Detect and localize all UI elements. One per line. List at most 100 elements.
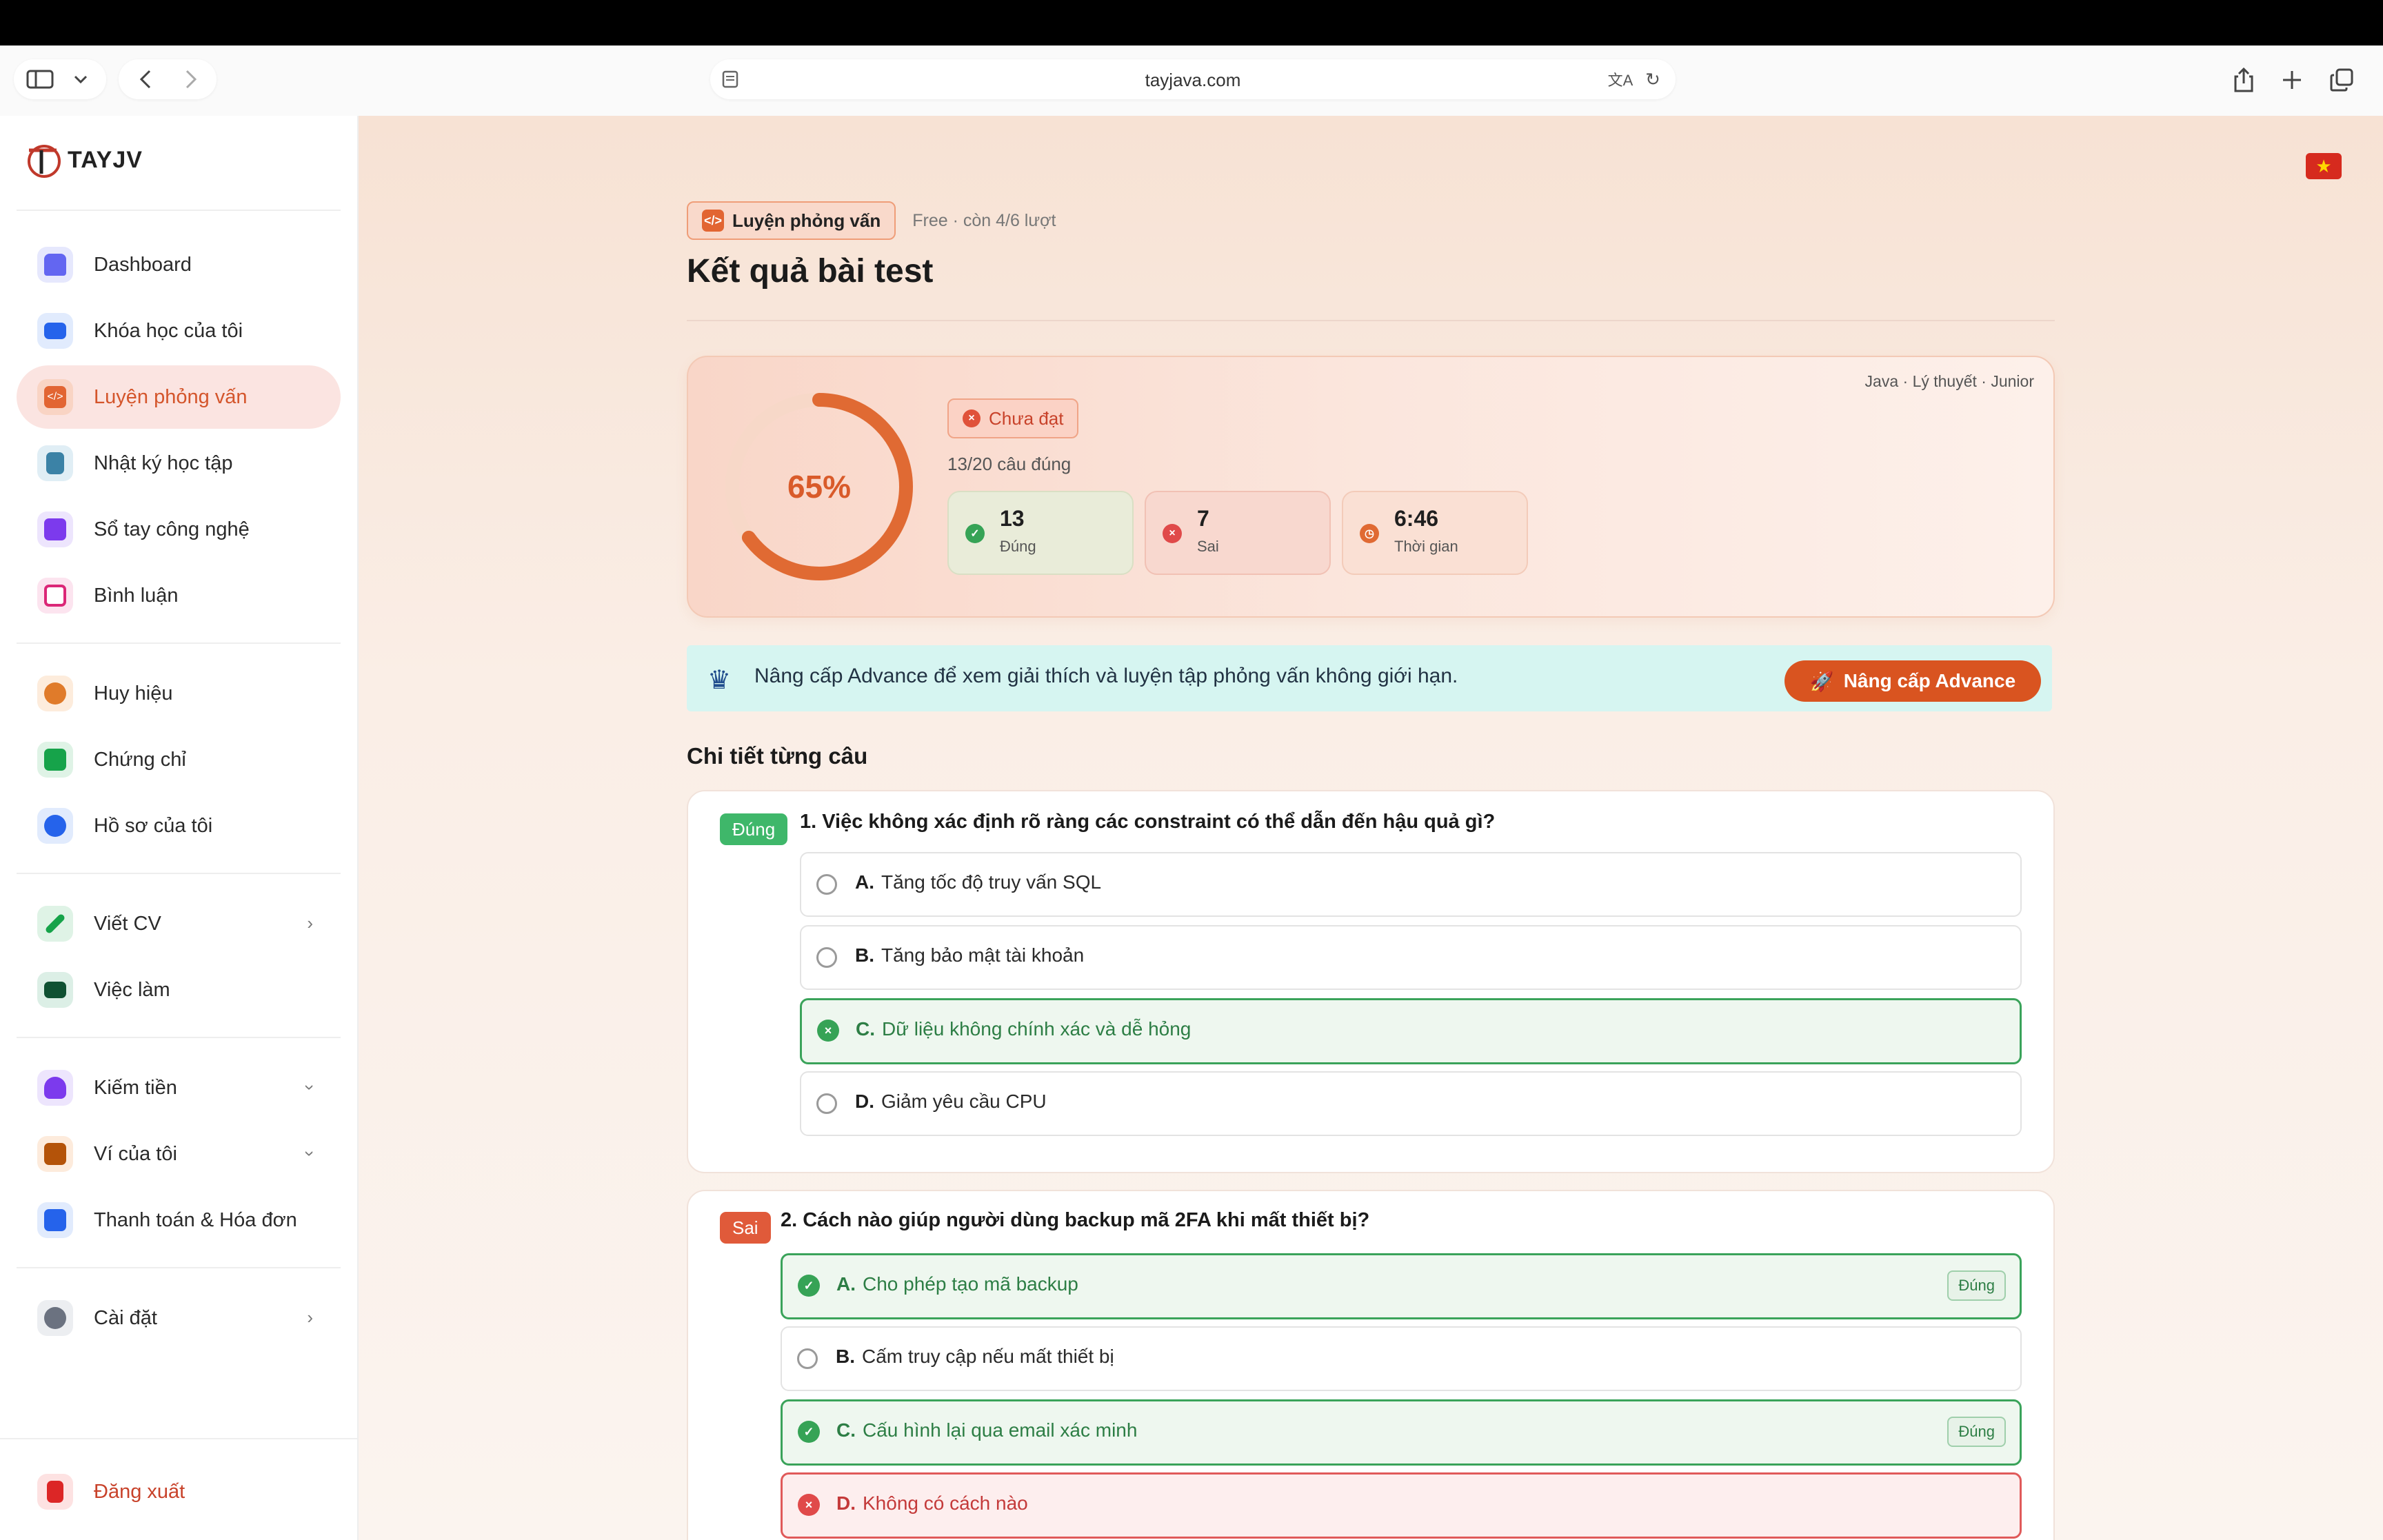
sidebar-toggle-group[interactable] bbox=[14, 59, 106, 99]
check-circle-icon: ✓ bbox=[965, 524, 985, 543]
sidebar-item-label: Hồ sơ của tôi bbox=[94, 814, 213, 837]
answer-option-selected-wrong[interactable]: × D. Không có cách nào bbox=[781, 1472, 2022, 1539]
answer-option[interactable]: B. Cấm truy cập nếu mất thiết bị bbox=[781, 1326, 2022, 1391]
sidebar: TAYJV Dashboard Khóa học của tôi </> Luy… bbox=[0, 116, 359, 1540]
sidebar-item-payments[interactable]: Thanh toán & Hóa đơn bbox=[17, 1188, 341, 1252]
sidebar-item-write-cv[interactable]: Viết CV › bbox=[17, 892, 341, 955]
option-letter: A. bbox=[836, 1273, 856, 1295]
sidebar-item-label: Thanh toán & Hóa đơn bbox=[94, 1208, 297, 1231]
option-text: Cấm truy cập nếu mất thiết bị bbox=[862, 1346, 1114, 1367]
option-letter: D. bbox=[836, 1492, 856, 1514]
sidebar-item-badges[interactable]: Huy hiệu bbox=[17, 662, 341, 725]
sidebar-item-profile[interactable]: Hồ sơ của tôi bbox=[17, 794, 341, 858]
pen-icon bbox=[37, 906, 73, 942]
system-top-bar bbox=[0, 0, 2383, 45]
translate-icon[interactable]: 文A bbox=[1607, 69, 1634, 90]
close-circle-icon: × bbox=[1163, 524, 1182, 543]
sidebar-item-dashboard[interactable]: Dashboard bbox=[17, 233, 341, 296]
result-summary-card: 65% Java · Lý thuyết · Junior × Chưa đạt… bbox=[687, 356, 2055, 618]
sidebar-item-earn-money[interactable]: Kiếm tiền › bbox=[17, 1056, 341, 1119]
hand-coin-icon bbox=[37, 1070, 73, 1106]
divider bbox=[17, 210, 341, 211]
reload-icon[interactable]: ↻ bbox=[1641, 69, 1665, 90]
user-icon bbox=[37, 808, 73, 844]
crown-icon: ♛ bbox=[707, 666, 732, 695]
close-circle-icon: × bbox=[963, 409, 981, 427]
share-icon[interactable] bbox=[2229, 65, 2259, 95]
logout-icon bbox=[37, 1474, 73, 1510]
stat-number: 6:46 bbox=[1394, 506, 1439, 531]
tag-label: Luyện phỏng vấn bbox=[732, 210, 881, 231]
test-meta: Java · Lý thuyết · Junior bbox=[1864, 372, 2034, 390]
question-card: Sai 2. Cách nào giúp người dùng backup m… bbox=[687, 1190, 2055, 1540]
list-icon bbox=[37, 1202, 73, 1238]
radio-icon bbox=[816, 947, 837, 968]
option-letter: D. bbox=[855, 1091, 874, 1112]
new-tab-icon[interactable] bbox=[2277, 65, 2307, 95]
status-label: Chưa đạt bbox=[989, 407, 1064, 429]
forward-icon[interactable] bbox=[179, 68, 203, 91]
divider bbox=[0, 1438, 357, 1439]
question-card: Đúng 1. Việc không xác định rõ ràng các … bbox=[687, 790, 2055, 1173]
sidebar-item-settings[interactable]: Cài đặt › bbox=[17, 1286, 341, 1350]
close-circle-icon: × bbox=[798, 1494, 820, 1516]
stat-number: 7 bbox=[1197, 506, 1209, 531]
interview-practice-tag[interactable]: </> Luyện phỏng vấn bbox=[687, 201, 896, 240]
stat-wrong: × 7 Sai bbox=[1145, 491, 1331, 575]
score-percent: 65% bbox=[787, 469, 852, 505]
sidebar-item-label: Ví của tôi bbox=[94, 1142, 177, 1165]
answer-option-selected-correct[interactable]: × C. Dữ liệu không chính xác và dễ hỏng bbox=[800, 998, 2022, 1064]
logo[interactable]: TAYJV bbox=[25, 141, 143, 179]
sidebar-item-my-courses[interactable]: Khóa học của tôi bbox=[17, 299, 341, 363]
option-text: Tăng tốc độ truy vấn SQL bbox=[881, 871, 1102, 893]
sidebar-item-study-log[interactable]: Nhật ký học tập bbox=[17, 432, 341, 495]
sidebar-item-label: Nhật ký học tập bbox=[94, 452, 233, 474]
status-badge: × Chưa đạt bbox=[947, 398, 1079, 438]
sidebar-item-comments[interactable]: Bình luận bbox=[17, 564, 341, 627]
option-letter: C. bbox=[836, 1419, 856, 1441]
sidebar-item-jobs[interactable]: Việc làm bbox=[17, 958, 341, 1022]
free-quota-text: Free · còn 4/6 lượt bbox=[912, 210, 1056, 230]
badge-icon bbox=[37, 676, 73, 711]
stat-number: 13 bbox=[1000, 506, 1025, 531]
answer-option[interactable]: D. Giảm yêu cầu CPU bbox=[800, 1071, 2022, 1136]
sidebar-item-label: Chứng chỉ bbox=[94, 748, 186, 771]
logout-label: Đăng xuất bbox=[94, 1480, 185, 1503]
sidebar-item-label: Việc làm bbox=[94, 978, 170, 1001]
check-circle-icon: × bbox=[817, 1020, 839, 1042]
chevron-down-icon[interactable] bbox=[69, 69, 92, 90]
option-letter: A. bbox=[855, 871, 874, 893]
answer-option-correct[interactable]: ✓ A. Cho phép tạo mã backup Đúng bbox=[781, 1253, 2022, 1319]
sidebar-item-tech-notebook[interactable]: Sổ tay công nghệ bbox=[17, 498, 341, 561]
sidebar-item-label: Kiếm tiền bbox=[94, 1076, 177, 1099]
back-icon[interactable] bbox=[134, 68, 157, 91]
radio-icon bbox=[816, 1093, 837, 1114]
rocket-icon: 🚀 bbox=[1809, 670, 1834, 692]
upgrade-advance-button[interactable]: 🚀 Nâng cấp Advance bbox=[1784, 660, 2041, 702]
divider bbox=[17, 642, 341, 644]
tabs-overview-icon[interactable] bbox=[2326, 65, 2357, 95]
answer-option[interactable]: B. Tăng bảo mật tài khoản bbox=[800, 925, 2022, 990]
chevron-right-icon: › bbox=[307, 1307, 313, 1328]
stat-correct: ✓ 13 Đúng bbox=[947, 491, 1134, 575]
chevron-down-icon: › bbox=[300, 1151, 321, 1157]
nav-buttons bbox=[119, 59, 217, 99]
code-icon: </> bbox=[37, 379, 73, 415]
sidebar-item-label: Viết CV bbox=[94, 912, 161, 935]
page-title: Kết quả bài test bbox=[687, 253, 934, 290]
answer-option-correct[interactable]: ✓ C. Cấu hình lại qua email xác minh Đún… bbox=[781, 1399, 2022, 1466]
option-text: Tăng bảo mật tài khoản bbox=[881, 944, 1085, 966]
answer-option[interactable]: A. Tăng tốc độ truy vấn SQL bbox=[800, 852, 2022, 917]
main-content: ★ </> Luyện phỏng vấn Free · còn 4/6 lượ… bbox=[359, 116, 2383, 1540]
sidebar-item-certificates[interactable]: Chứng chỉ bbox=[17, 728, 341, 791]
language-flag-icon[interactable]: ★ bbox=[2306, 153, 2342, 179]
sidebar-item-wallet[interactable]: Ví của tôi › bbox=[17, 1122, 341, 1186]
option-text: Giảm yêu cầu CPU bbox=[881, 1091, 1047, 1112]
clock-icon: ◷ bbox=[1360, 524, 1379, 543]
sidebar-toggle-icon[interactable] bbox=[26, 69, 54, 90]
option-text: Cho phép tạo mã backup bbox=[863, 1273, 1078, 1295]
sidebar-item-interview-practice[interactable]: </> Luyện phỏng vấn bbox=[17, 365, 341, 429]
logout-button[interactable]: Đăng xuất bbox=[17, 1460, 341, 1523]
sidebar-item-label: Huy hiệu bbox=[94, 682, 173, 705]
address-bar[interactable]: tayjava.com 文A ↻ bbox=[710, 59, 1676, 99]
